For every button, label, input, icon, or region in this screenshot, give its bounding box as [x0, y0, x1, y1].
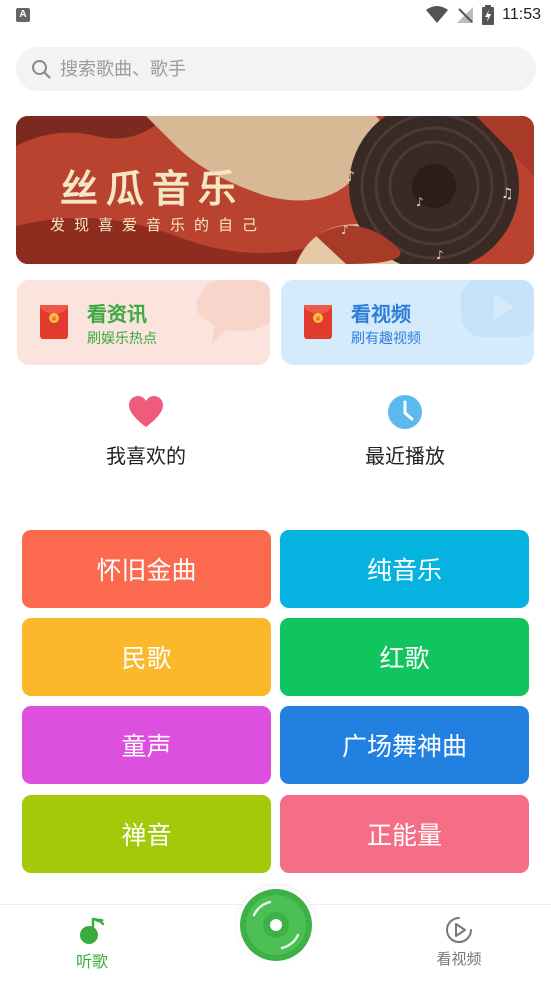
- search-input[interactable]: [60, 58, 500, 80]
- my-favorites-button[interactable]: 我喜欢的: [66, 394, 226, 474]
- status-bar: A 11:53: [0, 0, 551, 30]
- svg-text:¥: ¥: [316, 315, 321, 323]
- status-icons: 11:53: [426, 5, 541, 25]
- svg-text:♪: ♪: [416, 195, 424, 209]
- clock-icon: [388, 395, 422, 429]
- clock-time: 11:53: [502, 6, 541, 23]
- now-playing-disc-button[interactable]: [237, 886, 315, 964]
- banner-subtitle: 发现喜爱音乐的自己: [50, 216, 267, 234]
- play-circle-icon: [446, 917, 472, 943]
- red-envelope-icon: ¥: [40, 305, 68, 339]
- svg-text:♪: ♪: [346, 169, 355, 185]
- video-promo-subtitle: 刷有趣视频: [351, 331, 421, 347]
- music-note-fruit-icon: [80, 917, 105, 944]
- nav-listen-label: 听歌: [75, 952, 108, 971]
- search-bar[interactable]: [16, 47, 536, 91]
- category-square-dance[interactable]: 广场舞神曲: [280, 706, 529, 784]
- news-promo-card[interactable]: ¥ 看资讯 刷娱乐热点: [17, 280, 270, 365]
- heart-icon: [129, 396, 163, 427]
- video-promo-card[interactable]: ¥ 看视频 刷有趣视频: [281, 280, 534, 365]
- no-signal-icon: [457, 7, 474, 23]
- search-icon: [30, 58, 52, 80]
- svg-text:♪: ♪: [436, 248, 444, 262]
- news-bubble-decoration: [196, 280, 270, 343]
- recently-played-label: 最近播放: [365, 444, 445, 468]
- svg-text:¥: ¥: [52, 315, 57, 323]
- svg-text:♪: ♪: [341, 223, 349, 237]
- red-envelope-icon: ¥: [304, 305, 332, 339]
- my-favorites-label: 我喜欢的: [106, 444, 186, 468]
- category-pure-music[interactable]: 纯音乐: [280, 530, 529, 608]
- nav-video-label: 看视频: [436, 950, 482, 968]
- vinyl-disc-icon: [240, 889, 312, 961]
- category-folk-songs[interactable]: 民歌: [22, 618, 271, 696]
- banner-title: 丝瓜音乐: [60, 166, 245, 211]
- nav-tab-listen[interactable]: 听歌: [52, 915, 132, 972]
- news-promo-title: 看资讯: [87, 302, 147, 326]
- news-promo-subtitle: 刷娱乐热点: [87, 331, 157, 347]
- category-childrens-voices[interactable]: 童声: [22, 706, 271, 784]
- category-positive-energy[interactable]: 正能量: [280, 795, 529, 873]
- category-zen-music[interactable]: 禅音: [22, 795, 271, 873]
- svg-text:♫: ♫: [501, 186, 514, 202]
- wifi-icon: [426, 6, 449, 23]
- recently-played-button[interactable]: 最近播放: [325, 394, 485, 474]
- video-play-decoration: [461, 280, 534, 337]
- category-red-songs[interactable]: 红歌: [280, 618, 529, 696]
- notification-a-icon: A: [16, 8, 30, 22]
- nav-tab-video[interactable]: 看视频: [419, 915, 499, 969]
- battery-icon: [482, 5, 495, 25]
- category-nostalgic-classics[interactable]: 怀旧金曲: [22, 530, 271, 608]
- video-promo-title: 看视频: [351, 302, 411, 326]
